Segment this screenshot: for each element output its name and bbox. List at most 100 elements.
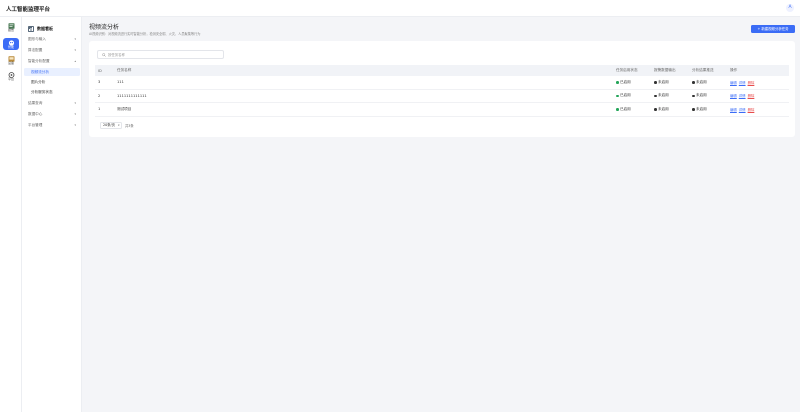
- chevron-down-icon: ▾: [74, 37, 76, 41]
- status-text: 未启用: [658, 79, 669, 84]
- status-dot-icon: [616, 108, 619, 111]
- row-actions: 编辑 详情 删除: [730, 107, 789, 112]
- status-text: 已启用: [620, 79, 631, 84]
- col-header-id: ID: [98, 68, 102, 73]
- rail-item-ai[interactable]: 智能: [3, 38, 19, 50]
- page-size-select[interactable]: 20条/页 ▾: [100, 122, 122, 129]
- sidebar-header-label: 数据看板: [37, 25, 53, 31]
- sidebar-item-graphics-input[interactable]: 图形与输入 ▾: [24, 35, 80, 43]
- rail-item-device[interactable]: 设备: [3, 54, 19, 66]
- status-text: 未启用: [696, 93, 707, 98]
- col-header-name: 任务名称: [117, 68, 132, 72]
- sidebar-item-image-analysis[interactable]: 图片分析: [24, 78, 80, 86]
- rail-item-report[interactable]: 报告: [3, 21, 19, 33]
- app-title: 人工智能监理平台: [6, 7, 51, 13]
- detail-link[interactable]: 详情: [739, 94, 746, 98]
- status-result-push: 未启用: [692, 80, 730, 85]
- chevron-down-icon: ▾: [74, 112, 76, 116]
- status-result-push: 未启用: [692, 93, 730, 98]
- rail-label: 设备: [7, 61, 14, 65]
- status-alarm-output: 未启用: [654, 80, 692, 85]
- row-id: 1: [98, 107, 101, 112]
- detail-link[interactable]: 详情: [739, 108, 746, 112]
- primary-rail: 报告 智能 设备 平台: [0, 17, 22, 412]
- status-text: 已启用: [620, 106, 631, 111]
- sidebar-item-analysis-config[interactable]: 智能分析配置 ▴: [24, 57, 80, 65]
- create-task-button[interactable]: + 新建视频分析任务: [751, 25, 795, 33]
- rail-item-platform[interactable]: 平台: [3, 70, 19, 82]
- status-dot-icon: [616, 94, 619, 97]
- status-dot-icon: [654, 108, 657, 111]
- col-header-enabled: 任务启用状态: [616, 68, 638, 72]
- sidebar-item-label: 图形与输入: [28, 37, 46, 41]
- edit-link[interactable]: 编辑: [730, 81, 737, 85]
- rail-label: 报告: [7, 28, 14, 32]
- sidebar-item-label: 数据中心: [28, 112, 43, 116]
- sidebar-item-result-query[interactable]: 结果查询 ▾: [24, 99, 80, 107]
- sidebar-item-label: 结果查询: [28, 101, 43, 105]
- status-text: 未启用: [658, 106, 669, 111]
- chevron-down-icon: ▾: [74, 101, 76, 105]
- status-dot-icon: [692, 94, 695, 97]
- sidebar-item-label: 视频流分析: [31, 70, 49, 74]
- sidebar-item-algorithm-config[interactable]: 算法配置 ▾: [24, 46, 80, 54]
- row-name: 111: [117, 80, 124, 85]
- sidebar-item-label: 算法配置: [28, 48, 43, 52]
- dashboard-icon: [28, 25, 34, 32]
- table-row: 2 1111111111111 已启用 未启用 未启用 编辑 详情 删除: [95, 90, 789, 103]
- task-card: ID 任务名称 任务启用状态 报警数据输出 分析结果推送 操作 3 111 已启…: [89, 41, 795, 137]
- status-enabled: 已启用: [616, 80, 654, 85]
- status-text: 未启用: [696, 106, 707, 111]
- status-result-push: 未启用: [692, 107, 730, 112]
- rail-label: 智能: [7, 45, 14, 49]
- status-text: 未启用: [696, 79, 707, 84]
- status-text: 未启用: [658, 93, 669, 98]
- detail-link[interactable]: 详情: [739, 81, 746, 85]
- pagination: 20条/页 ▾ 共3条: [100, 122, 134, 129]
- row-id: 2: [98, 93, 101, 98]
- sidebar-item-data-center[interactable]: 数据中心 ▾: [24, 110, 80, 118]
- edit-link[interactable]: 编辑: [730, 108, 737, 112]
- sidebar-item-label: 分析服务状态: [31, 90, 53, 94]
- col-header-actions: 操作: [730, 68, 738, 72]
- sidebar: 数据看板 图形与输入 ▾ 算法配置 ▾ 智能分析配置 ▴ 视频流分析 图片分析 分析服…: [22, 17, 82, 412]
- sidebar-item-label: 智能分析配置: [28, 59, 50, 63]
- sidebar-item-video-stream-analysis[interactable]: 视频流分析: [24, 68, 80, 76]
- delete-link[interactable]: 删除: [748, 81, 755, 85]
- table-row: 1 测试项目 已启用 未启用 未启用 编辑 详情 删除: [95, 103, 789, 117]
- row-id: 3: [98, 80, 101, 85]
- sidebar-item-platform-management[interactable]: 平台管理 ▾: [24, 121, 80, 129]
- user-avatar[interactable]: A: [786, 4, 794, 12]
- search-box[interactable]: [97, 50, 224, 59]
- status-dot-icon: [654, 81, 657, 84]
- status-dot-icon: [616, 81, 619, 84]
- total-count: 共3条: [125, 124, 134, 128]
- status-enabled: 已启用: [616, 107, 654, 112]
- delete-link[interactable]: 删除: [748, 94, 755, 98]
- edit-link[interactable]: 编辑: [730, 94, 737, 98]
- task-table: ID 任务名称 任务启用状态 报警数据输出 分析结果推送 操作 3 111 已启…: [95, 65, 789, 117]
- page-subtitle: AI视频识别：对视频流进行实时智能分析，检测安全帽、火灾、人员聚集等行为: [89, 32, 201, 36]
- table-header: ID 任务名称 任务启用状态 报警数据输出 分析结果推送 操作: [95, 65, 789, 76]
- top-bar: 人工智能监理平台 A: [0, 0, 800, 17]
- status-enabled: 已启用: [616, 93, 654, 98]
- search-input[interactable]: [108, 52, 218, 57]
- row-actions: 编辑 详情 删除: [730, 93, 789, 98]
- col-header-result-push: 分析结果推送: [692, 68, 714, 72]
- status-dot-icon: [692, 81, 695, 84]
- sidebar-item-label: 平台管理: [28, 123, 43, 127]
- table-row: 3 111 已启用 未启用 未启用 编辑 详情 删除: [95, 76, 789, 90]
- row-name: 1111111111111: [117, 93, 147, 98]
- status-alarm-output: 未启用: [654, 93, 692, 98]
- status-text: 已启用: [620, 93, 631, 98]
- sidebar-item-service-status[interactable]: 分析服务状态: [24, 88, 80, 96]
- status-dot-icon: [654, 94, 657, 97]
- chevron-down-icon: ▾: [118, 123, 120, 127]
- chevron-up-icon: ▴: [74, 59, 76, 63]
- sidebar-header[interactable]: 数据看板: [28, 25, 53, 32]
- delete-link[interactable]: 删除: [748, 108, 755, 112]
- chevron-down-icon: ▾: [74, 48, 76, 52]
- page-size-value: 20条/页: [103, 123, 115, 127]
- chevron-down-icon: ▾: [74, 123, 76, 127]
- sidebar-item-label: 图片分析: [31, 80, 46, 84]
